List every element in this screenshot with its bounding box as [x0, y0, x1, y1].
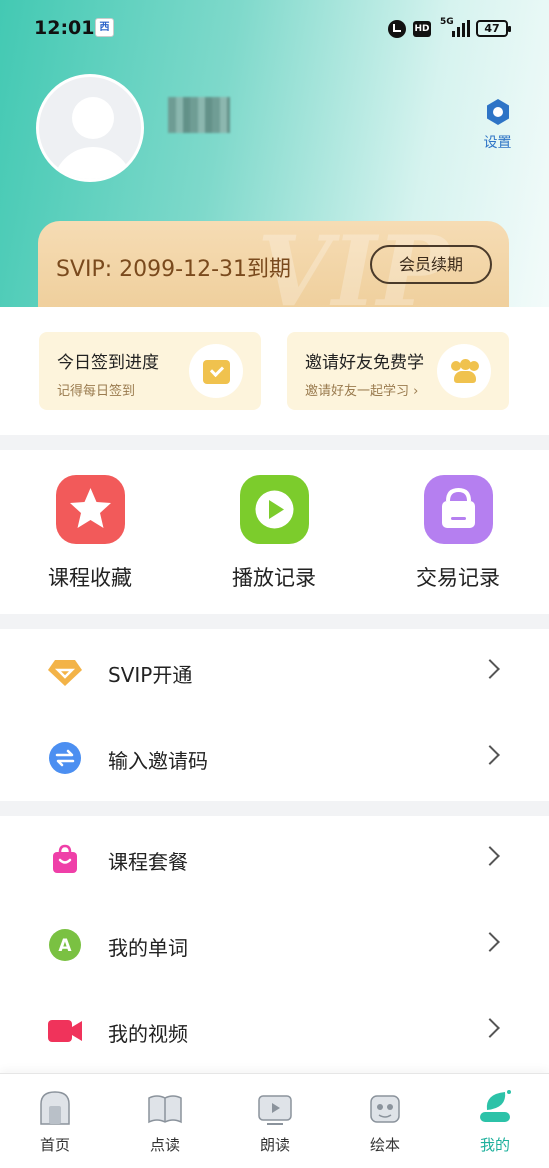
course-favorites-label: 课程收藏: [48, 566, 132, 590]
tab-point-read-label: 点读: [149, 1136, 180, 1154]
chevron-right-icon: [480, 932, 500, 952]
tv-icon: [258, 1095, 292, 1125]
checkin-subtitle: 记得每日签到: [57, 384, 136, 399]
chevron-right-icon: [480, 846, 500, 866]
avatar-body-shape: [53, 147, 133, 179]
letter-a-icon: A: [49, 929, 81, 961]
checkin-title: 今日签到进度: [57, 353, 159, 373]
quick-cards-section: 今日签到进度 记得每日签到 邀请好友免费学 邀请好友一起学习 ›: [0, 307, 549, 435]
tab-point-read[interactable]: 点读: [110, 1074, 220, 1168]
tab-picture-book-label: 绘本: [369, 1136, 400, 1154]
daily-checkin-card[interactable]: 今日签到进度 记得每日签到: [39, 332, 261, 410]
svip-expiry-text: SVIP: 2099-12-31到期: [56, 257, 292, 282]
play-icon: [239, 475, 309, 544]
course-package-item[interactable]: 课程套餐: [0, 816, 549, 902]
home-icon: [40, 1091, 70, 1125]
calendar-check-icon: [189, 344, 243, 398]
menu-group-2: 课程套餐 A 我的单词 我的视频: [0, 816, 549, 1074]
tab-home-label: 首页: [39, 1136, 70, 1154]
tab-mine[interactable]: 我的: [440, 1074, 549, 1168]
tab-home[interactable]: 首页: [0, 1074, 110, 1168]
status-time: 12:01: [34, 17, 95, 39]
signal-icon: [452, 20, 470, 37]
renew-membership-button[interactable]: 会员续期: [370, 245, 492, 284]
app-notification-icon: 西: [95, 18, 114, 37]
exchange-icon: [49, 742, 81, 774]
chevron-right-icon: [480, 1018, 500, 1038]
play-history-shortcut[interactable]: 播放记录: [214, 475, 334, 592]
hd-icon: HD: [413, 21, 431, 37]
settings-label: 设置: [483, 135, 512, 151]
battery-icon: 47: [476, 20, 511, 37]
my-words-label: 我的单词: [108, 936, 188, 960]
gear-icon: [486, 99, 509, 125]
invite-subtitle: 邀请好友一起学习 ›: [305, 384, 419, 399]
tab-picture-book[interactable]: 绘本: [330, 1074, 440, 1168]
friends-icon: [437, 344, 491, 398]
avatar-head-shape: [72, 97, 114, 139]
course-favorites-shortcut[interactable]: 课程收藏: [30, 475, 150, 592]
diamond-icon: [48, 660, 82, 686]
bottom-tab-bar: 首页 点读 朗读 绘本 我的: [0, 1073, 549, 1168]
invite-friends-card[interactable]: 邀请好友免费学 邀请好友一起学习 ›: [287, 332, 509, 410]
my-videos-label: 我的视频: [108, 1022, 188, 1046]
transaction-history-shortcut[interactable]: 交易记录: [398, 475, 518, 592]
tab-mine-label: 我的: [479, 1136, 510, 1154]
settings-button[interactable]: 设置: [470, 98, 525, 152]
book-icon: [148, 1095, 182, 1124]
profile-header: 12:01 西 HD 5G 47 设置 VIP SVIP: 2099-12-31…: [0, 0, 549, 311]
my-words-item[interactable]: A 我的单词: [0, 902, 549, 988]
avatar[interactable]: [36, 74, 144, 182]
svip-card: VIP SVIP: 2099-12-31到期 会员续期: [38, 221, 509, 311]
invite-code-label: 输入邀请码: [108, 749, 208, 773]
chevron-right-icon: [480, 659, 500, 679]
username-blurred: [168, 97, 230, 133]
svg-text:A: A: [58, 936, 72, 956]
tab-read-aloud[interactable]: 朗读: [220, 1074, 330, 1168]
tab-read-aloud-label: 朗读: [259, 1136, 290, 1154]
my-videos-item[interactable]: 我的视频: [0, 988, 549, 1074]
gift-bag-icon: [53, 844, 77, 873]
video-camera-icon: [48, 1020, 82, 1042]
bag-icon: [423, 475, 493, 544]
svip-open-item[interactable]: SVIP开通: [0, 629, 549, 715]
star-icon: [55, 475, 125, 544]
transaction-history-label: 交易记录: [416, 566, 500, 590]
profile-icon: [480, 1090, 511, 1122]
svip-open-label: SVIP开通: [108, 663, 193, 687]
invite-code-item[interactable]: 输入邀请码: [0, 715, 549, 801]
invite-title: 邀请好友免费学: [305, 353, 424, 373]
shortcuts-section: 课程收藏 播放记录 交易记录: [0, 450, 549, 614]
alarm-icon: [388, 20, 406, 38]
course-package-label: 课程套餐: [108, 850, 188, 874]
play-history-label: 播放记录: [232, 566, 316, 590]
status-bar: 12:01 西 HD 5G 47: [0, 0, 549, 58]
menu-group-1: SVIP开通 输入邀请码: [0, 629, 549, 801]
picture-book-icon: [370, 1095, 400, 1123]
chevron-right-icon: [480, 745, 500, 765]
